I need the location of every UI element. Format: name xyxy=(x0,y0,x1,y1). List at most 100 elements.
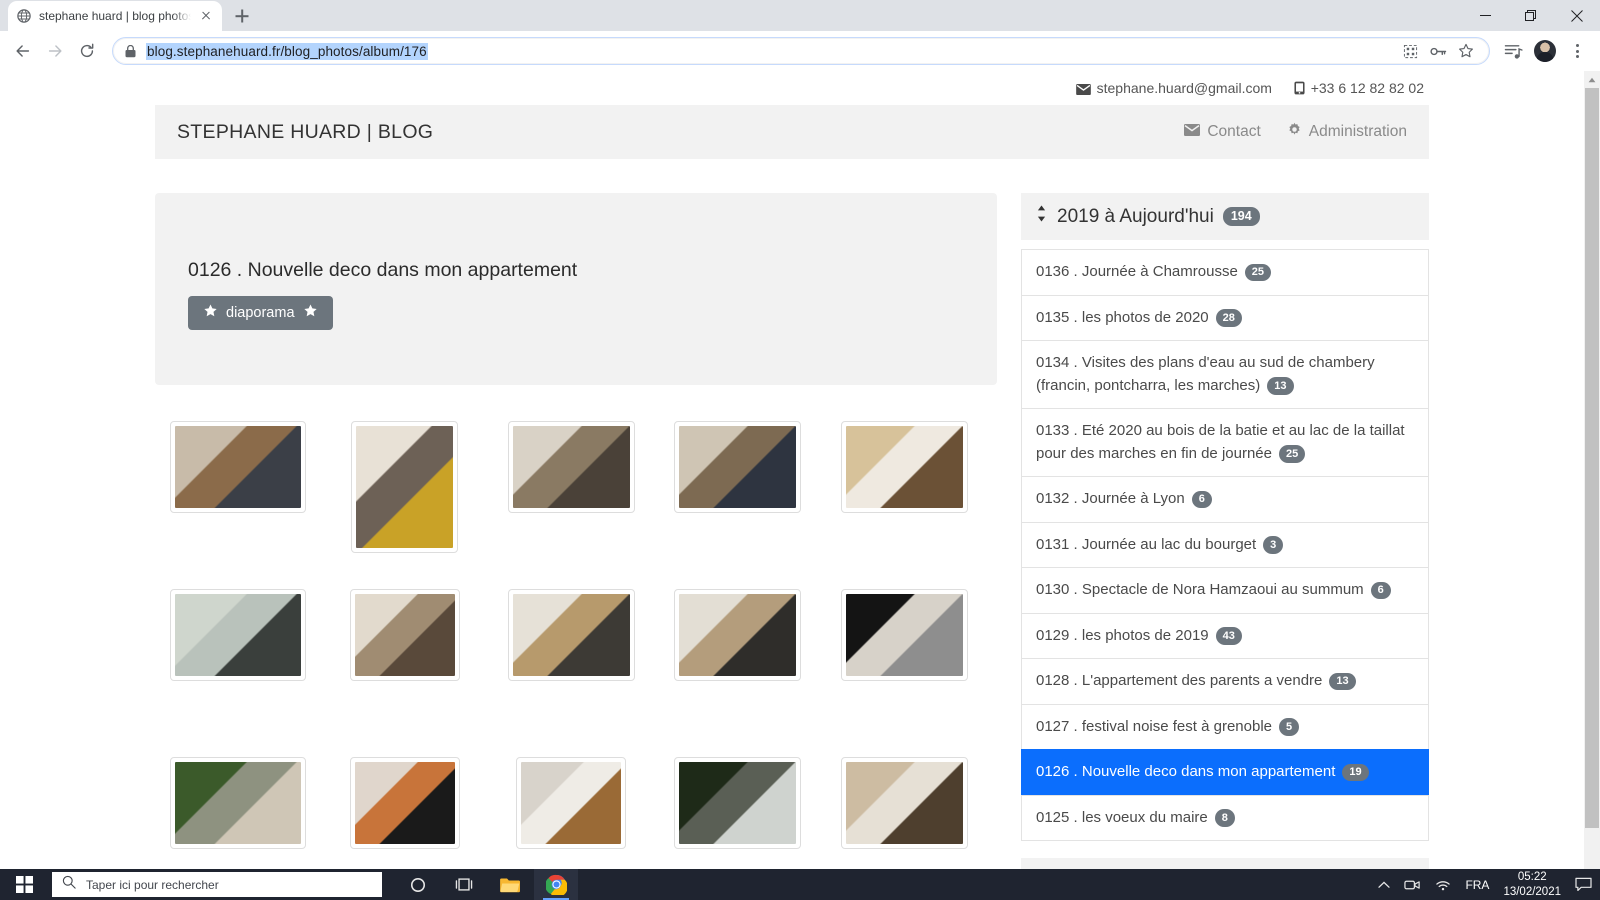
album-number: 0132 . xyxy=(1036,490,1082,507)
photo-thumbnail[interactable] xyxy=(674,589,801,681)
album-list-item[interactable]: 0136 . Journée à Chamrousse25 xyxy=(1021,249,1429,296)
photo-thumbnail[interactable] xyxy=(508,589,635,681)
album-number: 0131 . xyxy=(1036,536,1082,553)
album-number: 0125 . xyxy=(1036,809,1082,826)
photo-cell xyxy=(488,757,655,867)
photo-image xyxy=(679,594,796,676)
sidebar-section-2016[interactable]: 2016 à 2018 608 xyxy=(1021,858,1429,869)
photo-image xyxy=(513,594,630,676)
profile-avatar[interactable] xyxy=(1530,36,1560,66)
photo-cell xyxy=(322,421,489,589)
album-number: 0135 . xyxy=(1036,309,1082,326)
browser-tab[interactable]: stephane huard | blog photos - N xyxy=(8,1,222,31)
star-icon xyxy=(203,304,218,322)
album-label: Eté 2020 au bois de la batie et au lac d… xyxy=(1036,422,1405,462)
start-button[interactable] xyxy=(0,869,48,900)
photo-thumbnail[interactable] xyxy=(170,421,306,513)
photo-thumbnail[interactable] xyxy=(170,757,306,849)
photo-thumbnail[interactable] xyxy=(674,421,801,513)
photo-thumbnail[interactable] xyxy=(841,421,968,513)
album-list-item-active[interactable]: 0126 . Nouvelle deco dans mon appartemen… xyxy=(1021,749,1429,796)
minimize-button[interactable] xyxy=(1462,0,1508,31)
album-list-item[interactable]: 0133 . Eté 2020 au bois de la batie et a… xyxy=(1021,408,1429,477)
album-list-item[interactable]: 0134 . Visites des plans d'eau au sud de… xyxy=(1021,340,1429,409)
nav-contact[interactable]: Contact xyxy=(1184,123,1260,141)
forward-arrow-icon[interactable] xyxy=(40,36,70,66)
taskbar-search-placeholder: Taper ici pour rechercher xyxy=(86,878,219,892)
address-bar[interactable]: blog.stephanehuard.fr/blog_photos/album/… xyxy=(112,37,1490,65)
tab-title: stephane huard | blog photos - N xyxy=(39,9,191,23)
envelope-icon xyxy=(1184,123,1200,141)
album-number: 0128 . xyxy=(1036,672,1082,689)
photo-row xyxy=(155,589,997,757)
sidebar-section-2019[interactable]: 2019 à Aujourd'hui 194 xyxy=(1021,193,1429,240)
photo-thumbnail[interactable] xyxy=(170,589,306,681)
photo-thumbnail[interactable] xyxy=(350,757,460,849)
nav-administration[interactable]: Administration xyxy=(1287,122,1407,142)
photo-thumbnail[interactable] xyxy=(351,421,458,553)
taskbar-search-box[interactable]: Taper ici pour rechercher xyxy=(52,872,382,897)
album-label: Journée à Chamrousse xyxy=(1082,263,1238,280)
clock-time: 05:22 xyxy=(1503,870,1561,884)
toolbar-right-icons xyxy=(1498,36,1592,66)
chrome-icon[interactable] xyxy=(534,869,578,900)
photo-thumbnail[interactable] xyxy=(841,589,968,681)
album-photo-count: 28 xyxy=(1216,309,1242,327)
meet-now-icon[interactable] xyxy=(1404,878,1421,892)
close-icon[interactable] xyxy=(198,8,214,24)
notifications-icon[interactable] xyxy=(1575,877,1592,892)
scroll-up-arrow-icon[interactable] xyxy=(1584,71,1600,88)
system-tray: FRA 05:22 13/02/2021 xyxy=(1378,870,1600,899)
language-indicator[interactable]: FRA xyxy=(1465,878,1489,892)
photo-image xyxy=(175,762,301,844)
task-view-icon[interactable] xyxy=(442,869,486,900)
page-scrollbar[interactable] xyxy=(1584,71,1600,869)
slideshow-label: diaporama xyxy=(226,305,295,321)
photo-thumbnail[interactable] xyxy=(674,757,801,849)
album-list-item[interactable]: 0125 . les voeux du maire8 xyxy=(1021,795,1429,842)
album-number: 0130 . xyxy=(1036,581,1082,598)
slideshow-button[interactable]: diaporama xyxy=(188,296,333,330)
bookmark-star-icon[interactable] xyxy=(1453,38,1479,64)
album-number: 0136 . xyxy=(1036,263,1082,280)
album-label: Journée à Lyon xyxy=(1082,490,1185,507)
page-title: 0126 . Nouvelle deco dans mon appartemen… xyxy=(188,259,997,282)
photo-thumbnail[interactable] xyxy=(508,421,635,513)
photo-thumbnail[interactable] xyxy=(841,757,968,849)
site-brand[interactable]: STEPHANE HUARD | BLOG xyxy=(177,121,433,144)
album-list-item[interactable]: 0129 . les photos de 201943 xyxy=(1021,613,1429,660)
photo-thumbnail[interactable] xyxy=(516,757,626,849)
key-icon[interactable] xyxy=(1425,38,1451,64)
reload-icon[interactable] xyxy=(72,36,102,66)
back-arrow-icon[interactable] xyxy=(8,36,38,66)
album-photo-count: 5 xyxy=(1279,718,1299,736)
reading-list-icon[interactable] xyxy=(1498,36,1528,66)
album-list-item[interactable]: 0127 . festival noise fest à grenoble5 xyxy=(1021,704,1429,751)
photo-cell xyxy=(155,421,322,589)
cortana-circle-icon[interactable] xyxy=(396,869,440,900)
file-explorer-icon[interactable] xyxy=(488,869,532,900)
album-photo-count: 43 xyxy=(1216,627,1242,645)
scrollbar-thumb[interactable] xyxy=(1585,88,1599,828)
album-list-item[interactable]: 0130 . Spectacle de Nora Hamzaoui au sum… xyxy=(1021,567,1429,614)
photo-cell xyxy=(488,421,655,589)
album-list-item[interactable]: 0132 . Journée à Lyon6 xyxy=(1021,476,1429,523)
page-body: 0126 . Nouvelle deco dans mon appartemen… xyxy=(155,159,1429,869)
windows-taskbar: Taper ici pour rechercher xyxy=(0,869,1600,900)
kebab-dots xyxy=(1576,44,1579,58)
browser-window: stephane huard | blog photos - N xyxy=(0,0,1600,869)
photo-thumbnail[interactable] xyxy=(350,589,460,681)
photo-image xyxy=(356,426,453,548)
close-window-button[interactable] xyxy=(1554,0,1600,31)
network-icon[interactable] xyxy=(1435,878,1451,891)
qr-code-icon[interactable] xyxy=(1397,38,1423,64)
album-list-item[interactable]: 0135 . les photos de 202028 xyxy=(1021,295,1429,342)
album-list-item[interactable]: 0128 . L'appartement des parents a vendr… xyxy=(1021,658,1429,705)
maximize-restore-button[interactable] xyxy=(1508,0,1554,31)
show-hidden-icons-icon[interactable] xyxy=(1378,881,1390,889)
album-list-item[interactable]: 0131 . Journée au lac du bourget3 xyxy=(1021,522,1429,569)
new-tab-button[interactable] xyxy=(228,2,256,30)
kebab-menu-icon[interactable] xyxy=(1562,36,1592,66)
url-text[interactable]: blog.stephanehuard.fr/blog_photos/album/… xyxy=(146,43,428,60)
clock[interactable]: 05:22 13/02/2021 xyxy=(1503,870,1561,899)
